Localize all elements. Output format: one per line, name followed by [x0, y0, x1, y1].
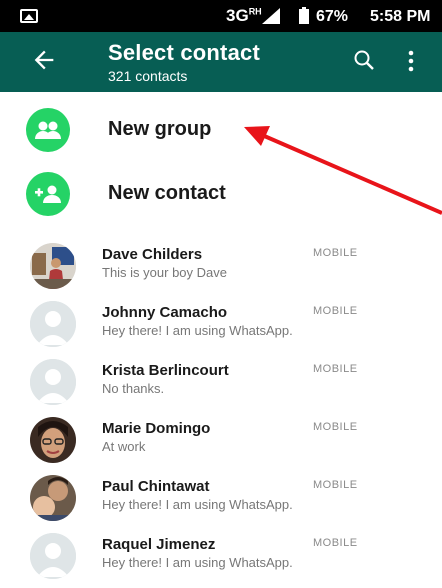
contact-row[interactable]: Johnny Camacho Hey there! I am using Wha…: [0, 295, 442, 353]
contact-name: Dave Childers: [102, 246, 203, 263]
contact-status: Hey there! I am using WhatsApp.: [102, 497, 293, 512]
new-group-label: New group: [108, 118, 212, 140]
contact-row[interactable]: Raquel Jimenez Hey there! I am using Wha…: [0, 527, 442, 585]
battery-icon: [299, 7, 309, 24]
back-arrow-icon[interactable]: [30, 46, 58, 74]
contact-name: Krista Berlincourt: [102, 362, 229, 379]
contact-status: Hey there! I am using WhatsApp.: [102, 555, 293, 570]
more-options-icon[interactable]: [406, 50, 416, 72]
app-toolbar: Select contact 321 contacts: [0, 32, 442, 92]
new-contact-label: New contact: [108, 182, 226, 204]
default-avatar-icon: [30, 533, 76, 579]
contact-type-label: MOBILE: [313, 479, 358, 491]
contact-type-label: MOBILE: [313, 247, 358, 259]
contact-row[interactable]: Marie Domingo At work MOBILE: [0, 411, 442, 469]
contact-status: At work: [102, 439, 146, 454]
image-notification-icon: [20, 9, 38, 23]
avatar: [30, 475, 76, 521]
avatar: [30, 417, 76, 463]
default-avatar-icon: [30, 301, 76, 347]
signal-icon: [262, 8, 280, 24]
new-contact-row[interactable]: New contact: [0, 162, 442, 226]
contact-type-label: MOBILE: [313, 421, 358, 433]
avatar: [30, 243, 76, 289]
contact-status: This is your boy Dave: [102, 265, 227, 280]
contact-name: Raquel Jimenez: [102, 536, 216, 553]
group-icon: [26, 108, 70, 152]
contact-type-label: MOBILE: [313, 537, 358, 549]
status-bar: 3GRH 67% 5:58 PM: [0, 0, 442, 32]
contact-status: No thanks.: [102, 381, 165, 396]
add-contact-icon: [26, 172, 70, 216]
contact-status: Hey there! I am using WhatsApp.: [102, 323, 293, 338]
contact-row[interactable]: Krista Berlincourt No thanks. MOBILE: [0, 353, 442, 411]
page-title: Select contact: [108, 40, 260, 65]
contact-name: Paul Chintawat: [102, 478, 210, 495]
contact-row[interactable]: Paul Chintawat Hey there! I am using Wha…: [0, 469, 442, 527]
battery-level: 67%: [316, 8, 349, 25]
contact-row[interactable]: Dave Childers This is your boy Dave MOBI…: [0, 237, 442, 295]
contact-count: 321 contacts: [108, 68, 188, 84]
contact-type-label: MOBILE: [313, 305, 358, 317]
contact-name: Marie Domingo: [102, 420, 211, 437]
default-avatar-icon: [30, 359, 76, 405]
new-group-row[interactable]: New group: [0, 98, 442, 162]
contact-name: Johnny Camacho: [102, 304, 228, 321]
clock: 5:58 PM: [370, 8, 431, 25]
search-icon[interactable]: [352, 48, 376, 72]
network-indicator: 3GRH: [226, 6, 262, 25]
contact-type-label: MOBILE: [313, 363, 358, 375]
